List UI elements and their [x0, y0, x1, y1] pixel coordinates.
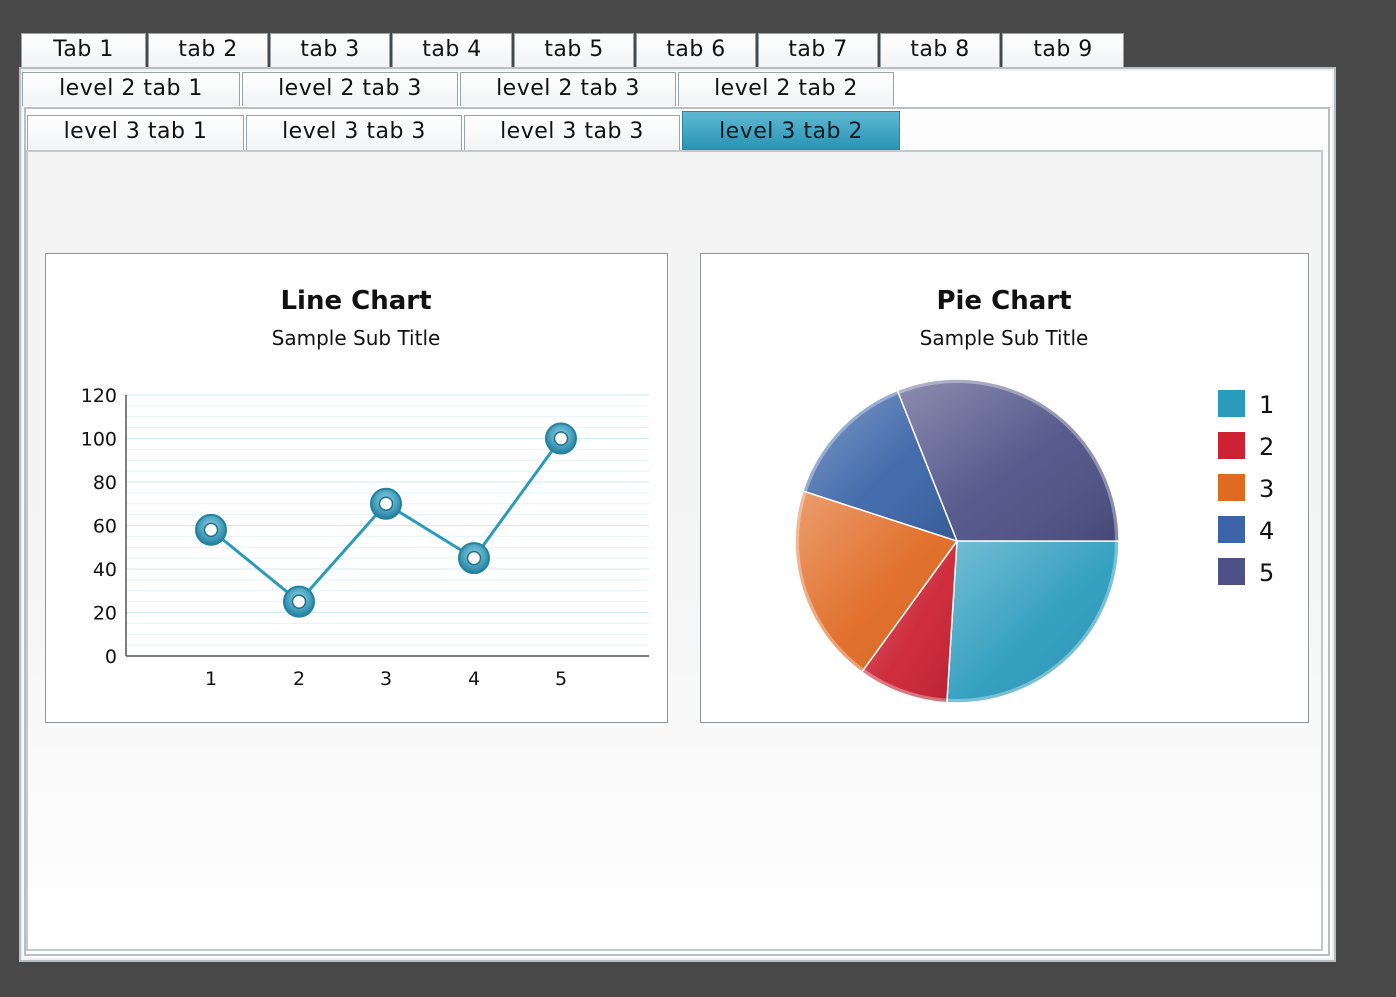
- level2-tab-3a[interactable]: level 2 tab 3: [242, 72, 458, 106]
- pie-chart: Pie Chart Sample Sub Title 1 2 3 4 5: [794, 286, 1274, 704]
- y-tick-label: 60: [93, 516, 117, 538]
- line-point[interactable]: [370, 487, 402, 520]
- y-tick-label: 0: [105, 646, 117, 668]
- legend-swatch: [1218, 558, 1245, 585]
- legend-swatch: [1218, 516, 1245, 543]
- x-tick-label: 2: [293, 668, 305, 690]
- tab-1[interactable]: Tab 1: [21, 33, 146, 67]
- y-tick-label: 40: [93, 559, 117, 581]
- tab-5[interactable]: tab 5: [514, 33, 634, 67]
- line-chart-card: Line Chart Sample Sub Title 0 20 40 60 80 100…: [45, 253, 668, 723]
- legend-label: 5: [1259, 559, 1274, 587]
- pie-chart-title: Pie Chart: [936, 286, 1071, 316]
- tab-2[interactable]: tab 2: [148, 33, 268, 67]
- level3-tab-3b[interactable]: level 3 tab 3: [464, 115, 680, 151]
- level3-tab-1[interactable]: level 3 tab 1: [27, 115, 244, 151]
- y-tick-label: 100: [81, 429, 117, 451]
- pie-legend: 1 2 3 4 5: [1218, 390, 1274, 587]
- line-chart-subtitle: Sample Sub Title: [272, 326, 441, 350]
- tab-7[interactable]: tab 7: [758, 33, 878, 67]
- x-tick-label: 4: [468, 668, 480, 690]
- tab-9[interactable]: tab 9: [1002, 33, 1124, 67]
- level2-tab-2[interactable]: level 2 tab 2: [678, 72, 894, 106]
- tab-3[interactable]: tab 3: [270, 33, 390, 67]
- legend-label: 4: [1259, 517, 1274, 545]
- legend-swatch: [1218, 432, 1245, 459]
- legend-label: 1: [1259, 391, 1274, 419]
- level3-tab-2[interactable]: level 3 tab 2: [682, 111, 900, 151]
- tab-6[interactable]: tab 6: [636, 33, 756, 67]
- legend-label: 2: [1259, 433, 1274, 461]
- x-tick-label: 5: [555, 668, 567, 690]
- line-series: [210, 437, 563, 604]
- legend-label: 3: [1259, 475, 1274, 503]
- tab-8[interactable]: tab 8: [880, 33, 1000, 67]
- tab-4[interactable]: tab 4: [392, 33, 512, 67]
- line-point[interactable]: [195, 513, 227, 546]
- y-tick-label: 120: [81, 385, 117, 407]
- level3-tab-3a[interactable]: level 3 tab 3: [246, 115, 462, 151]
- line-chart: Line Chart Sample Sub Title 0 20 40 60 80 100…: [81, 286, 649, 690]
- pie-chart-card: Pie Chart Sample Sub Title 1 2 3 4 5: [700, 253, 1309, 723]
- line-point[interactable]: [283, 585, 315, 618]
- line-point[interactable]: [458, 542, 490, 575]
- pie-chart-subtitle: Sample Sub Title: [920, 326, 1089, 350]
- line-chart-title: Line Chart: [280, 286, 431, 316]
- x-tick-label: 1: [205, 668, 217, 690]
- level2-tab-1[interactable]: level 2 tab 1: [22, 72, 240, 106]
- y-tick-label: 20: [93, 603, 117, 625]
- y-tick-label: 80: [93, 472, 117, 494]
- line-point[interactable]: [545, 422, 577, 455]
- legend-swatch: [1218, 474, 1245, 501]
- x-tick-label: 3: [380, 668, 392, 690]
- level2-tab-3b[interactable]: level 2 tab 3: [460, 72, 676, 106]
- legend-swatch: [1218, 390, 1245, 417]
